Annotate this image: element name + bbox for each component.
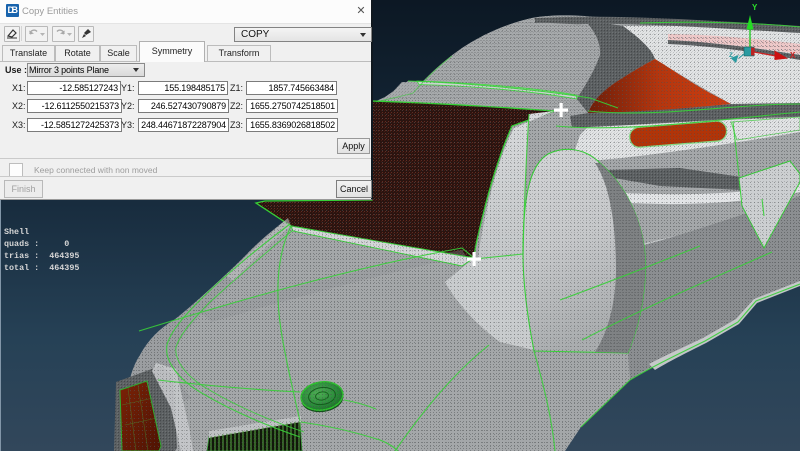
svg-text:Y: Y <box>752 3 758 12</box>
svg-text:X: X <box>790 51 796 60</box>
svg-text:Z: Z <box>729 52 733 59</box>
